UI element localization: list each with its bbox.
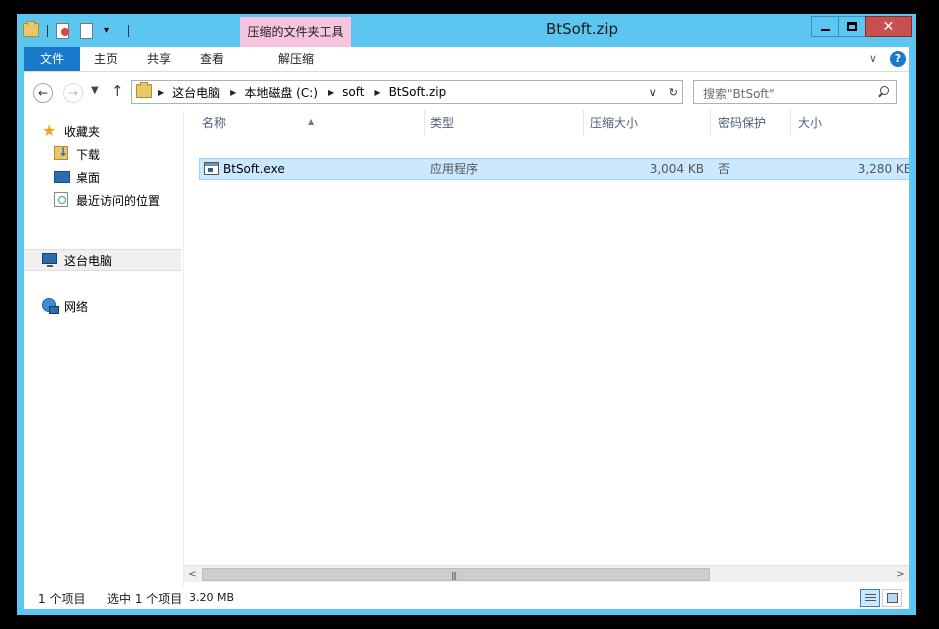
recent-locations-icon[interactable]: ▼ (91, 85, 99, 96)
tab-view[interactable]: 查看 (190, 47, 234, 71)
expand-ribbon-icon[interactable]: ∨ (866, 52, 880, 66)
window-controls: ✕ (811, 16, 912, 37)
exe-application-icon (204, 162, 219, 175)
nav-item-label: 最近访问的位置 (76, 193, 161, 208)
address-dropdown-icon[interactable]: ∨ (649, 86, 657, 99)
selection-count: 选中 1 个项目 (107, 592, 183, 606)
nav-item-downloads[interactable]: 下载 (54, 143, 100, 165)
breadcrumb-separator-icon[interactable]: ▶ (158, 88, 164, 97)
breadcrumb-btsoft-zip[interactable]: BtSoft.zip (389, 85, 447, 99)
nav-item-recent[interactable]: 最近访问的位置 (54, 189, 160, 211)
properties-icon[interactable] (56, 23, 72, 39)
folder-icon[interactable] (23, 21, 39, 39)
breadcrumb-local-disk[interactable]: 本地磁盘 (C:) (244, 84, 318, 101)
tab-home[interactable]: 主页 (84, 47, 128, 71)
breadcrumb-separator-icon[interactable]: ▶ (374, 88, 380, 97)
file-type: 应用程序 (430, 162, 479, 176)
table-row[interactable]: BtSoft.exe 应用程序 3,004 KB 否 3,280 KB (199, 158, 909, 180)
nav-item-desktop[interactable]: 桌面 (54, 166, 100, 188)
quick-access-toolbar: ▾ (23, 21, 137, 41)
nav-item-label: 网络 (64, 299, 89, 314)
tab-share[interactable]: 共享 (137, 47, 181, 71)
navigation-bar: ← → ▼ ↑ ▶ 这台电脑 ▶ 本地磁盘 (C:) ▶ soft ▶ BtSo… (24, 72, 909, 110)
breadcrumb-separator-icon[interactable]: ▶ (230, 88, 236, 97)
title-bar: ▾ 压缩的文件夹工具 BtSoft.zip ✕ (17, 14, 916, 47)
zip-folder-icon (136, 82, 152, 100)
file-password-protected: 否 (718, 162, 731, 176)
horizontal-scrollbar[interactable]: < ||| > (184, 565, 909, 582)
breadcrumb-soft[interactable]: soft (342, 85, 364, 99)
explorer-window: ▾ 压缩的文件夹工具 BtSoft.zip ✕ 文件 主页 共享 查看 解压缩 … (17, 14, 916, 615)
forward-button[interactable]: → (63, 83, 83, 103)
nav-item-label: 收藏夹 (64, 124, 101, 139)
context-tab-group-label: 压缩的文件夹工具 (240, 17, 351, 47)
column-header-name[interactable]: 名称 ▲ (184, 110, 425, 136)
minimize-icon (820, 28, 830, 31)
close-icon: ✕ (882, 18, 895, 35)
details-view-button[interactable] (860, 589, 880, 607)
tab-extract[interactable]: 解压缩 (256, 47, 336, 71)
nav-item-favorites[interactable]: ★ 收藏夹 (42, 120, 100, 142)
file-size: 3,280 KB (857, 162, 909, 176)
search-box[interactable]: 搜索"BtSoft" (693, 80, 897, 104)
ribbon-controls: ∨ ? (866, 47, 909, 71)
maximize-button[interactable] (838, 16, 866, 37)
grip-icon: ||| (451, 571, 457, 580)
column-header-password-protected[interactable]: 密码保护 (711, 110, 791, 136)
help-icon[interactable]: ? (890, 51, 906, 67)
selection-size: 3.20 MB (189, 591, 235, 604)
file-name: BtSoft.exe (223, 162, 285, 176)
nav-item-label: 这台电脑 (64, 253, 113, 268)
column-label: 名称 (202, 116, 227, 130)
refresh-icon[interactable]: ↻ (669, 86, 678, 99)
nav-item-this-pc[interactable]: 这台电脑 (24, 249, 181, 271)
new-folder-icon[interactable] (80, 23, 96, 39)
breadcrumb-this-pc[interactable]: 这台电脑 (172, 84, 220, 101)
nav-item-network[interactable]: 网络 (42, 295, 88, 317)
large-icons-view-button[interactable] (882, 589, 902, 607)
column-header-type[interactable]: 类型 (425, 110, 584, 136)
window-title: BtSoft.zip (545, 20, 619, 38)
tab-file[interactable]: 文件 (24, 47, 80, 71)
scroll-right-icon[interactable]: > (892, 566, 909, 583)
item-count: 1 个项目 (38, 592, 86, 606)
scroll-left-icon[interactable]: < (184, 566, 201, 583)
address-bar[interactable]: ▶ 这台电脑 ▶ 本地磁盘 (C:) ▶ soft ▶ BtSoft.zip ∨… (131, 80, 683, 104)
status-bar: 1 个项目 选中 1 个项目 3.20 MB (24, 587, 909, 609)
network-icon (42, 298, 59, 314)
breadcrumb-separator-icon[interactable]: ▶ (328, 88, 334, 97)
close-button[interactable]: ✕ (865, 16, 912, 37)
address-controls: ∨ ↻ (637, 83, 678, 101)
maximize-icon (847, 22, 857, 31)
nav-item-label: 桌面 (76, 170, 101, 185)
navigation-pane: ★ 收藏夹 下载 桌面 最近访问的位置 这台电脑 网络 (24, 110, 184, 587)
details-view-icon (865, 594, 876, 603)
scrollbar-thumb[interactable]: ||| (202, 568, 710, 581)
column-header-size[interactable]: 大小 (791, 110, 909, 136)
large-icons-view-icon (887, 593, 898, 603)
star-icon: ★ (42, 121, 57, 140)
recent-places-icon (54, 192, 70, 208)
desktop-icon (54, 169, 70, 185)
customize-toolbar-icon[interactable]: ▾ (104, 23, 120, 39)
back-button[interactable]: ← (33, 83, 53, 103)
nav-item-label: 下载 (76, 147, 101, 162)
search-icon[interactable] (877, 86, 889, 98)
search-placeholder: 搜索"BtSoft" (703, 87, 775, 101)
column-header-compressed-size[interactable]: 压缩大小 (584, 110, 711, 136)
computer-icon (42, 252, 58, 268)
main-content: ★ 收藏夹 下载 桌面 最近访问的位置 这台电脑 网络 (24, 110, 909, 587)
file-compressed-size: 3,004 KB (649, 162, 704, 176)
up-arrow-icon[interactable]: ↑ (111, 82, 124, 100)
file-list: 名称 ▲ 类型 压缩大小 密码保护 大小 BtSoft.exe 应用程序 3,0… (184, 110, 909, 587)
sort-ascending-icon: ▲ (308, 117, 315, 126)
ribbon-tab-bar: 文件 主页 共享 查看 解压缩 ∨ ? (24, 47, 909, 72)
minimize-button[interactable] (811, 16, 839, 37)
divider (47, 25, 48, 37)
divider (128, 25, 129, 37)
download-folder-icon (54, 145, 70, 162)
